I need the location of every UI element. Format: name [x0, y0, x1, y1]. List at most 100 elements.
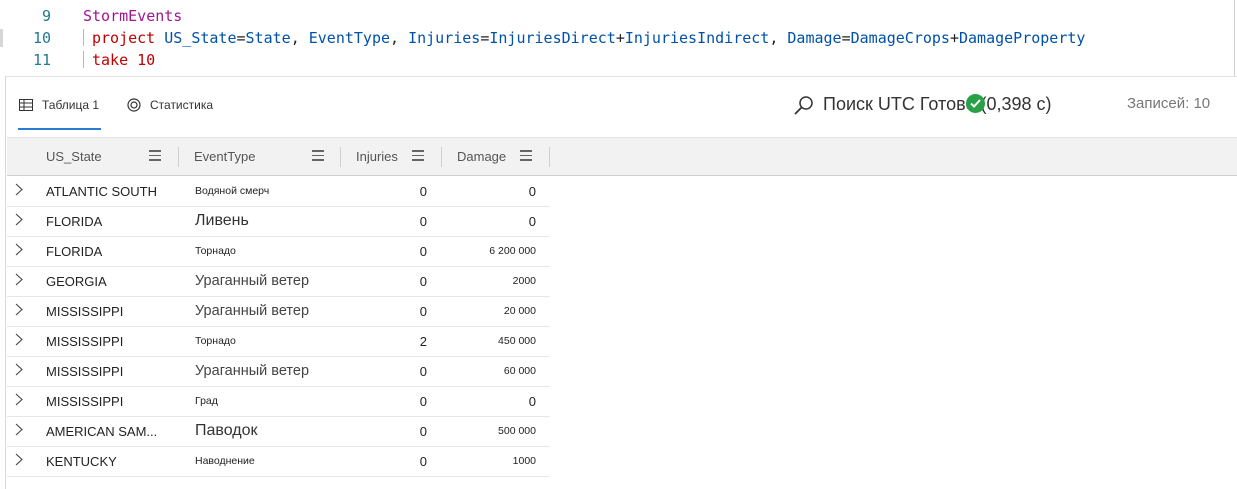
table-row[interactable]: MISSISSIPPI Град 0 0: [7, 386, 550, 417]
cell-us-state: KENTUCKY: [46, 453, 117, 469]
code-token: StormEvents: [83, 7, 183, 25]
expand-row-icon[interactable]: [15, 303, 23, 316]
expand-row-icon[interactable]: [15, 183, 23, 196]
column-separator[interactable]: [178, 147, 179, 167]
column-separator[interactable]: [340, 147, 341, 167]
code-text: project US_State=State, EventType, Injur…: [83, 27, 1085, 49]
editor-scrollbar[interactable]: [1234, 0, 1235, 76]
line-number: 11: [32, 51, 51, 69]
cell-us-state: MISSISSIPPI: [46, 333, 124, 349]
code-token: InjuriesIndirect: [624, 29, 770, 47]
cell-injuries: 2: [419, 333, 427, 349]
statistics-icon: [127, 98, 141, 112]
column-header-injuries[interactable]: Injuries: [356, 138, 398, 175]
cell-damage: 6 200 000: [489, 245, 536, 257]
expand-row-icon[interactable]: [15, 333, 23, 346]
search-icon: [794, 95, 813, 115]
cell-damage: 0: [528, 183, 536, 199]
tab-statistics-label: Статистика: [150, 98, 214, 112]
code-line[interactable]: 9 StormEvents: [0, 5, 1237, 27]
code-token: ,: [390, 29, 409, 47]
cell-us-state: MISSISSIPPI: [46, 363, 124, 379]
column-menu-icon[interactable]: [412, 150, 424, 161]
column-title: US_State: [46, 149, 102, 164]
table-row[interactable]: MISSISSIPPI Ураганный ветер 0 60 000: [7, 356, 550, 387]
cell-damage: 0: [528, 393, 536, 409]
cell-us-state: MISSISSIPPI: [46, 393, 124, 409]
cell-damage: 500 000: [498, 425, 536, 437]
table-row[interactable]: MISSISSIPPI Торнадо 2 450 000: [7, 326, 550, 357]
cell-eventtype: Наводнение: [195, 455, 255, 467]
column-header-eventtype[interactable]: EventType: [194, 138, 255, 175]
cell-injuries: 0: [419, 363, 427, 379]
tab-statistics[interactable]: Статистика: [127, 95, 213, 115]
table-row[interactable]: GEORGIA Ураганный ветер 0 2000: [7, 266, 550, 297]
cell-eventtype: Град: [195, 395, 218, 407]
cell-damage: 20 000: [503, 305, 536, 317]
column-header-us-state[interactable]: US_State: [46, 138, 102, 175]
cell-eventtype: Ураганный ветер: [195, 273, 310, 289]
table-row[interactable]: AMERICAN SAM... Паводок 0 500 000: [7, 416, 550, 447]
column-menu-icon[interactable]: [149, 150, 161, 161]
cell-eventtype: Водяной смерч: [195, 185, 270, 197]
pipe-marker: [83, 29, 84, 46]
expand-row-icon[interactable]: [15, 423, 23, 436]
column-separator[interactable]: [549, 147, 550, 167]
column-menu-icon[interactable]: [312, 150, 324, 161]
cell-damage: 450 000: [498, 335, 536, 347]
column-header-damage[interactable]: Damage: [457, 138, 506, 175]
table-row[interactable]: FLORIDA Торнадо 0 6 200 000: [7, 236, 550, 267]
column-title: Damage: [457, 149, 507, 164]
code-token: +: [615, 29, 625, 47]
cell-injuries: 0: [419, 243, 427, 259]
code-token: US_State: [164, 29, 237, 47]
expand-row-icon[interactable]: [15, 453, 23, 466]
cell-eventtype: Ураганный ветер: [195, 303, 310, 319]
status-success-icon: [966, 94, 985, 113]
query-editor[interactable]: 9 StormEvents 10 project US_State=State, Ev…: [0, 0, 1237, 76]
tab-table[interactable]: Таблица 1: [19, 95, 99, 115]
cell-injuries: 0: [419, 183, 427, 199]
code-token: ,: [769, 29, 788, 47]
cell-us-state: ATLANTIC SOUTH: [46, 183, 157, 199]
cell-us-state: FLORIDA: [46, 243, 103, 259]
cell-eventtype: Ураганный ветер: [195, 363, 310, 379]
grid-header: US_State EventType Injuries Damage: [7, 137, 1237, 176]
cell-damage: 0: [528, 213, 536, 229]
table-row[interactable]: MISSISSIPPI Ураганный ветер 0 20 000: [7, 296, 550, 327]
code-token: Damage: [787, 29, 842, 47]
expand-row-icon[interactable]: [15, 393, 23, 406]
table-row[interactable]: ATLANTIC SOUTH Водяной смерч 0 0: [7, 176, 550, 207]
column-menu-icon[interactable]: [520, 150, 532, 161]
cell-injuries: 0: [419, 393, 427, 409]
line-number: 9: [41, 7, 51, 25]
table-row[interactable]: KENTUCKY Наводнение 0 1000: [7, 446, 550, 477]
code-token: DamageCrops: [850, 29, 950, 47]
code-token: =: [841, 29, 851, 47]
column-title: Injuries: [356, 149, 398, 164]
pipe-marker: [83, 51, 84, 68]
expand-row-icon[interactable]: [15, 363, 23, 376]
code-token: State: [245, 29, 291, 47]
code-line[interactable]: 11 take 10: [0, 49, 1237, 71]
expand-row-icon[interactable]: [15, 273, 23, 286]
cell-eventtype: Торнадо: [195, 245, 236, 257]
expand-row-icon[interactable]: [15, 243, 23, 256]
cell-damage: 1000: [512, 455, 536, 467]
cell-eventtype: Ливень: [195, 212, 249, 229]
expand-row-icon[interactable]: [15, 213, 23, 226]
cell-eventtype: Паводок: [195, 422, 258, 439]
cell-injuries: 0: [419, 213, 427, 229]
tab-table-label: Таблица 1: [42, 98, 100, 112]
table-row[interactable]: FLORIDA Ливень 0 0: [7, 206, 550, 237]
code-token: ,: [290, 29, 309, 47]
table-icon: [19, 99, 33, 111]
code-token: +: [949, 29, 959, 47]
search-box[interactable]: Поиск UTC Готово (0,398 с): [793, 94, 1052, 115]
column-separator[interactable]: [441, 147, 442, 167]
search-status-label: Поиск UTC Готово (0,398 с): [823, 94, 1052, 114]
code-line[interactable]: 10 project US_State=State, EventType, Inj…: [0, 27, 1237, 49]
cell-damage: 60 000: [503, 365, 536, 377]
cell-us-state: GEORGIA: [46, 273, 107, 289]
cell-injuries: 0: [419, 303, 427, 319]
